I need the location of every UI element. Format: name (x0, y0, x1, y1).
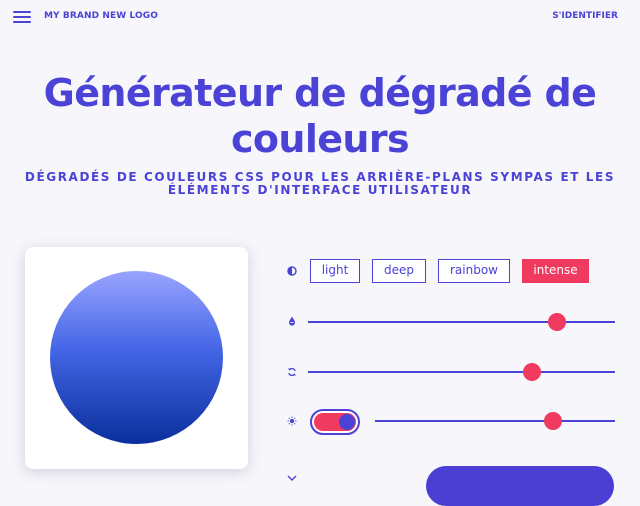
droplet-icon (289, 316, 295, 326)
toggle-knob (339, 414, 355, 430)
contrast-icon (287, 266, 297, 276)
rotate-icon (288, 367, 296, 377)
effect-toggle-switch[interactable] (310, 409, 360, 435)
slider-thumb[interactable] (523, 363, 542, 381)
top-bar: MY BRAND NEW LOGO S'IDENTIFIER (0, 0, 640, 34)
gradient-preview-card (25, 247, 248, 469)
saturation-slider[interactable] (308, 312, 615, 332)
mode-button-rainbow[interactable]: rainbow (438, 259, 510, 283)
slider-track (375, 420, 615, 422)
hamburger-menu-icon[interactable] (13, 11, 31, 23)
mode-button-deep[interactable]: deep (372, 259, 426, 283)
sun-icon (287, 416, 297, 426)
slider-track (308, 321, 615, 323)
slider-thumb[interactable] (543, 412, 562, 430)
brightness-slider[interactable] (375, 411, 615, 431)
page-subtitle: DÉGRADÉS DE COULEURS CSS POUR LES ARRIÈR… (24, 170, 616, 197)
page-title: Générateur de dégradé de couleurs (43, 71, 597, 161)
signin-link[interactable]: S'IDENTIFIER (552, 11, 618, 21)
slider-thumb[interactable] (547, 313, 566, 331)
chevron-down-icon (287, 475, 297, 481)
brand-logo-text[interactable]: MY BRAND NEW LOGO (44, 11, 158, 21)
primary-action-button[interactable] (426, 466, 614, 506)
rotation-slider[interactable] (308, 362, 615, 382)
mode-button-intense[interactable]: intense (522, 259, 589, 283)
slider-track (308, 371, 615, 373)
mode-button-light[interactable]: light (310, 259, 360, 283)
gradient-preview-circle (50, 271, 223, 444)
